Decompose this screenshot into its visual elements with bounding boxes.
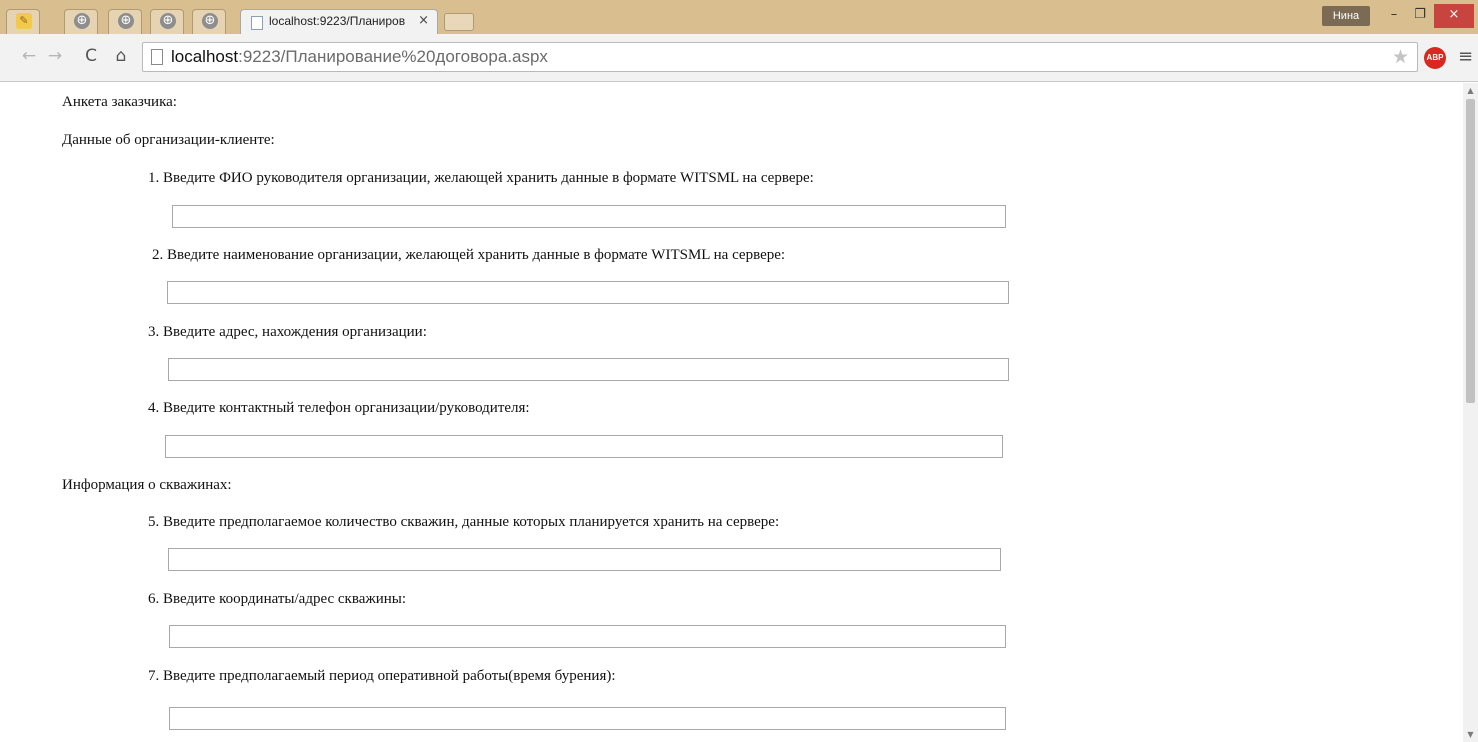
page-favicon-icon [251,16,263,30]
page-icon [151,49,163,65]
scrollbar-thumb[interactable] [1466,99,1475,403]
pinned-tab[interactable]: ⊕ [64,9,98,34]
work-period-input[interactable] [169,707,1006,730]
organization-name-input[interactable] [167,281,1009,304]
page-content: Анкета заказчика: Данные об организации-… [0,83,1463,742]
question-label: 3. Введите адрес, нахождения организации… [148,324,427,340]
reload-icon[interactable]: C [80,45,102,67]
close-window-button[interactable]: × [1434,4,1474,28]
browser-toolbar: ← → C ⌂ localhost:9223/Планирование%20до… [0,34,1478,82]
pinned-tab[interactable]: ⊕ [108,9,142,34]
browser-titlebar: ✎ ⊕ ⊕ ⊕ ⊕ localhost:9223/Планиров × Нина… [0,0,1478,34]
well-coordinates-input[interactable] [169,625,1006,648]
extension-icon: ✎ [16,13,32,29]
active-tab[interactable]: localhost:9223/Планиров × [240,9,438,34]
section-title-wells: Информация о скважинах: [62,477,232,493]
question-label: 7. Введите предполагаемый период операти… [148,668,616,684]
maximize-button[interactable]: ❐ [1408,4,1432,28]
pinned-tab[interactable]: ⊕ [150,9,184,34]
pinned-tab-extension[interactable]: ✎ [6,9,40,34]
tab-title: localhost:9223/Планиров [269,14,406,28]
back-arrow-icon[interactable]: ← [18,45,40,67]
forward-arrow-icon[interactable]: → [44,45,66,67]
section-title-organization: Данные об организации-клиенте: [62,132,275,148]
url-host: localhost [171,47,239,66]
pinned-tab-icon: ⊕ [160,13,176,29]
question-label: 1. Введите ФИО руководителя организации,… [148,170,814,186]
tab-close-icon[interactable]: × [418,13,429,28]
manager-name-input[interactable] [172,205,1006,228]
question-label: 4. Введите контактный телефон организаци… [148,400,530,416]
form-title: Анкета заказчика: [62,94,177,110]
scroll-down-arrow-icon[interactable]: ▼ [1463,727,1478,742]
minimize-button[interactable]: – [1382,4,1406,28]
new-tab-button[interactable] [444,13,474,31]
pinned-tab-icon: ⊕ [118,13,134,29]
organization-address-input[interactable] [168,358,1009,381]
pinned-tab-icon: ⊕ [202,13,218,29]
scroll-up-arrow-icon[interactable]: ▲ [1463,83,1478,98]
bookmark-star-icon[interactable]: ★ [1392,46,1409,68]
adblock-icon[interactable]: ABP [1424,47,1446,69]
vertical-scrollbar[interactable]: ▲ ▼ [1463,83,1478,742]
question-label: 2. Введите наименование организации, жел… [152,247,786,263]
question-label: 6. Введите координаты/адрес скважины: [148,591,407,607]
contact-phone-input[interactable] [165,435,1003,458]
url-path: :9223/Планирование%20договора.aspx [238,47,548,66]
well-count-input[interactable] [168,548,1001,571]
question-label: 5. Введите предполагаемое количество скв… [148,514,780,530]
menu-icon[interactable]: ≡ [1458,46,1473,67]
pinned-tab-icon: ⊕ [74,13,90,29]
home-icon[interactable]: ⌂ [110,45,132,67]
address-bar[interactable]: localhost:9223/Планирование%20договора.a… [142,42,1418,72]
profile-badge[interactable]: Нина [1322,6,1370,26]
pinned-tab[interactable]: ⊕ [192,9,226,34]
url-text[interactable]: localhost:9223/Планирование%20договора.a… [171,47,548,67]
